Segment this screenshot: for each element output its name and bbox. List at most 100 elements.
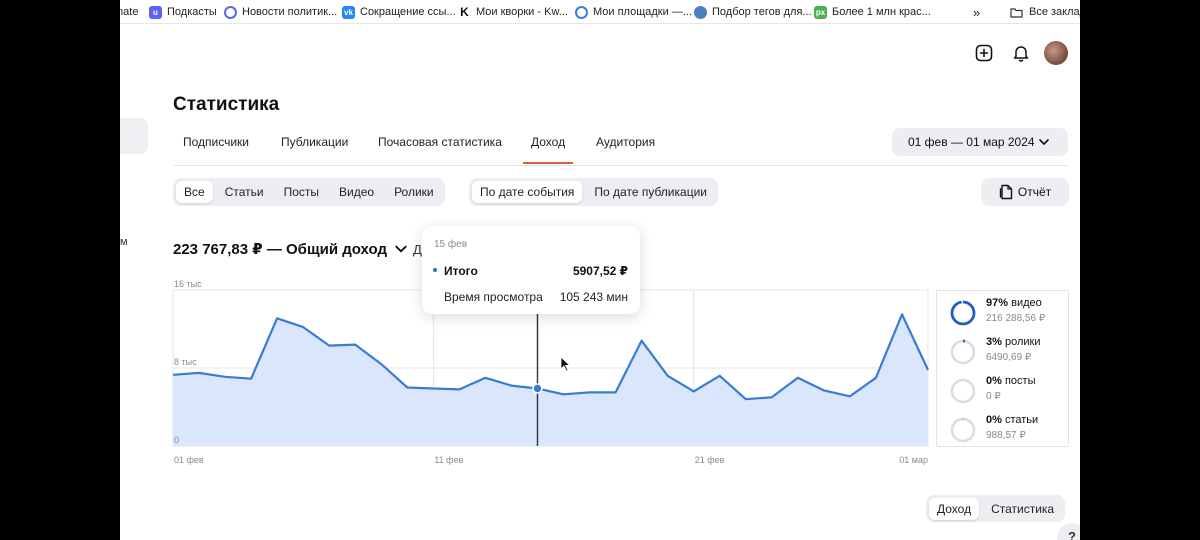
podcast-icon: u bbox=[149, 5, 162, 19]
data-point[interactable] bbox=[821, 387, 827, 393]
help-button[interactable]: ? bbox=[1057, 523, 1080, 540]
data-point[interactable] bbox=[561, 391, 567, 397]
data-point[interactable] bbox=[352, 342, 358, 348]
data-point[interactable] bbox=[873, 375, 879, 381]
data-point[interactable] bbox=[404, 385, 410, 391]
legend-percent: 97% bbox=[986, 297, 1009, 309]
data-point[interactable] bbox=[769, 394, 775, 400]
vk-icon: vk bbox=[342, 5, 355, 19]
tab-publications[interactable]: Публикации bbox=[281, 135, 348, 149]
filter-articles[interactable]: Статьи bbox=[217, 181, 272, 203]
data-point[interactable] bbox=[222, 374, 228, 380]
legend-percent: 3% bbox=[986, 336, 1002, 348]
tab-audience[interactable]: Аудитория bbox=[596, 135, 655, 149]
report-button[interactable]: Отчёт bbox=[981, 178, 1069, 206]
bookmark-item[interactable]: Мои площадки —... bbox=[575, 4, 692, 20]
help-icon: ? bbox=[1068, 529, 1076, 540]
toggle-income[interactable]: Доход bbox=[929, 497, 980, 520]
bookmark-label: Подбор тегов для... bbox=[712, 6, 812, 18]
bookmark-item[interactable]: mate bbox=[120, 4, 138, 20]
chevron-right-double-icon: » bbox=[973, 4, 981, 20]
data-point[interactable] bbox=[613, 389, 619, 395]
data-point[interactable] bbox=[430, 385, 436, 391]
bookmark-label: Новости политик... bbox=[242, 6, 338, 18]
x-tick-label: 01 фев bbox=[174, 455, 204, 465]
bookmarks-folder-label: Все заклад bbox=[1029, 6, 1080, 18]
data-point[interactable] bbox=[691, 388, 697, 394]
legend-item-articles[interactable]: 0% статьи 988,57 ₽ bbox=[950, 414, 1065, 448]
tab-subscribers[interactable]: Подписчики bbox=[183, 135, 249, 149]
data-point[interactable] bbox=[899, 311, 905, 317]
data-point[interactable] bbox=[170, 372, 176, 378]
filter-by-event-date[interactable]: По дате события bbox=[472, 181, 583, 203]
legend-amount: 6490,69 ₽ bbox=[986, 352, 1032, 363]
bookmark-item[interactable]: u Подкасты bbox=[149, 4, 217, 20]
legend-item-clips[interactable]: 3% ролики 6490,69 ₽ bbox=[950, 336, 1065, 370]
legend-percent: 0% bbox=[986, 375, 1002, 387]
data-point[interactable] bbox=[925, 367, 931, 373]
x-tick-label: 01 мар bbox=[899, 455, 928, 465]
legend-item-videos[interactable]: 97% видео 216 288,56 ₽ bbox=[950, 297, 1065, 331]
filter-clips[interactable]: Ролики bbox=[386, 181, 442, 203]
chevron-down-icon bbox=[1039, 139, 1049, 145]
tab-income[interactable]: Доход bbox=[522, 135, 574, 164]
legend-item-posts[interactable]: 0% посты 0 ₽ bbox=[950, 375, 1065, 409]
tooltip-total-label: Итого bbox=[444, 264, 478, 278]
date-range-picker[interactable]: 01 фев — 01 мар 2024 bbox=[892, 128, 1068, 156]
report-label: Отчёт bbox=[1017, 185, 1052, 199]
bookmark-item[interactable]: px Более 1 млн крас... bbox=[814, 4, 931, 20]
data-point[interactable] bbox=[196, 370, 202, 376]
bookmark-label: mate bbox=[120, 6, 139, 18]
filter-all[interactable]: Все bbox=[176, 181, 213, 203]
data-point[interactable] bbox=[795, 375, 801, 381]
data-point[interactable] bbox=[326, 343, 332, 349]
y-tick-label: 8 тыс bbox=[174, 357, 197, 367]
data-point[interactable] bbox=[639, 338, 645, 344]
data-point[interactable] bbox=[587, 389, 593, 395]
tab-hourly-stats[interactable]: Почасовая статистика bbox=[378, 135, 502, 149]
series-dot-icon bbox=[433, 268, 437, 272]
tags-icon bbox=[694, 5, 707, 19]
data-point[interactable] bbox=[847, 393, 853, 399]
mouse-cursor-icon bbox=[560, 356, 571, 372]
add-button[interactable] bbox=[972, 41, 996, 65]
filter-posts[interactable]: Посты bbox=[276, 181, 327, 203]
plus-square-icon bbox=[975, 44, 993, 62]
legend-amount: 0 ₽ bbox=[986, 391, 1001, 402]
page-title: Статистика bbox=[173, 94, 280, 115]
bookmark-item[interactable]: K Мои кворки - Kw... bbox=[458, 4, 568, 20]
notifications-button[interactable] bbox=[1009, 41, 1033, 65]
data-point[interactable] bbox=[300, 324, 306, 330]
filter-by-publish-date[interactable]: По дате публикации bbox=[586, 181, 715, 203]
data-point[interactable] bbox=[534, 385, 540, 391]
data-point[interactable] bbox=[743, 396, 749, 402]
tooltip-watch-time-value: 105 243 мин bbox=[559, 290, 628, 304]
bookmark-item[interactable]: vk Сокращение ссы... bbox=[342, 4, 456, 20]
data-point[interactable] bbox=[248, 376, 254, 382]
legend-ring bbox=[950, 339, 976, 365]
x-tick-label: 11 фев bbox=[434, 455, 463, 465]
secondary-metric-fragment[interactable]: Д bbox=[413, 242, 422, 257]
bell-icon bbox=[1013, 46, 1029, 62]
data-point[interactable] bbox=[378, 361, 384, 367]
bookmarks-folder[interactable]: Все заклад bbox=[1010, 4, 1080, 20]
y-tick-label: 16 тыс bbox=[174, 279, 202, 289]
toggle-statistics[interactable]: Статистика bbox=[983, 498, 1062, 520]
data-point[interactable] bbox=[508, 383, 514, 389]
data-point[interactable] bbox=[274, 315, 280, 321]
total-income-dropdown[interactable]: 223 767,83 ₽ — Общий доход bbox=[173, 240, 408, 258]
avatar[interactable] bbox=[1044, 41, 1068, 65]
bookmarks-more-button[interactable]: » bbox=[973, 4, 980, 20]
chart-tooltip: 15 фев Итого 5907,52 ₽ Время просмотра 1… bbox=[422, 226, 640, 314]
total-income-label: 223 767,83 ₽ — Общий доход bbox=[173, 241, 387, 258]
data-point[interactable] bbox=[665, 373, 671, 379]
data-point[interactable] bbox=[717, 373, 723, 379]
site-icon bbox=[575, 5, 588, 19]
bookmark-item[interactable]: Подбор тегов для... bbox=[694, 4, 812, 20]
date-mode-filter: По дате события По дате публикации bbox=[469, 178, 718, 206]
sidebar-collapsed-item[interactable] bbox=[120, 118, 148, 154]
filter-videos[interactable]: Видео bbox=[331, 181, 382, 203]
data-point[interactable] bbox=[482, 375, 488, 381]
bookmark-item[interactable]: Новости политик... bbox=[224, 4, 337, 20]
data-point[interactable] bbox=[456, 386, 462, 392]
